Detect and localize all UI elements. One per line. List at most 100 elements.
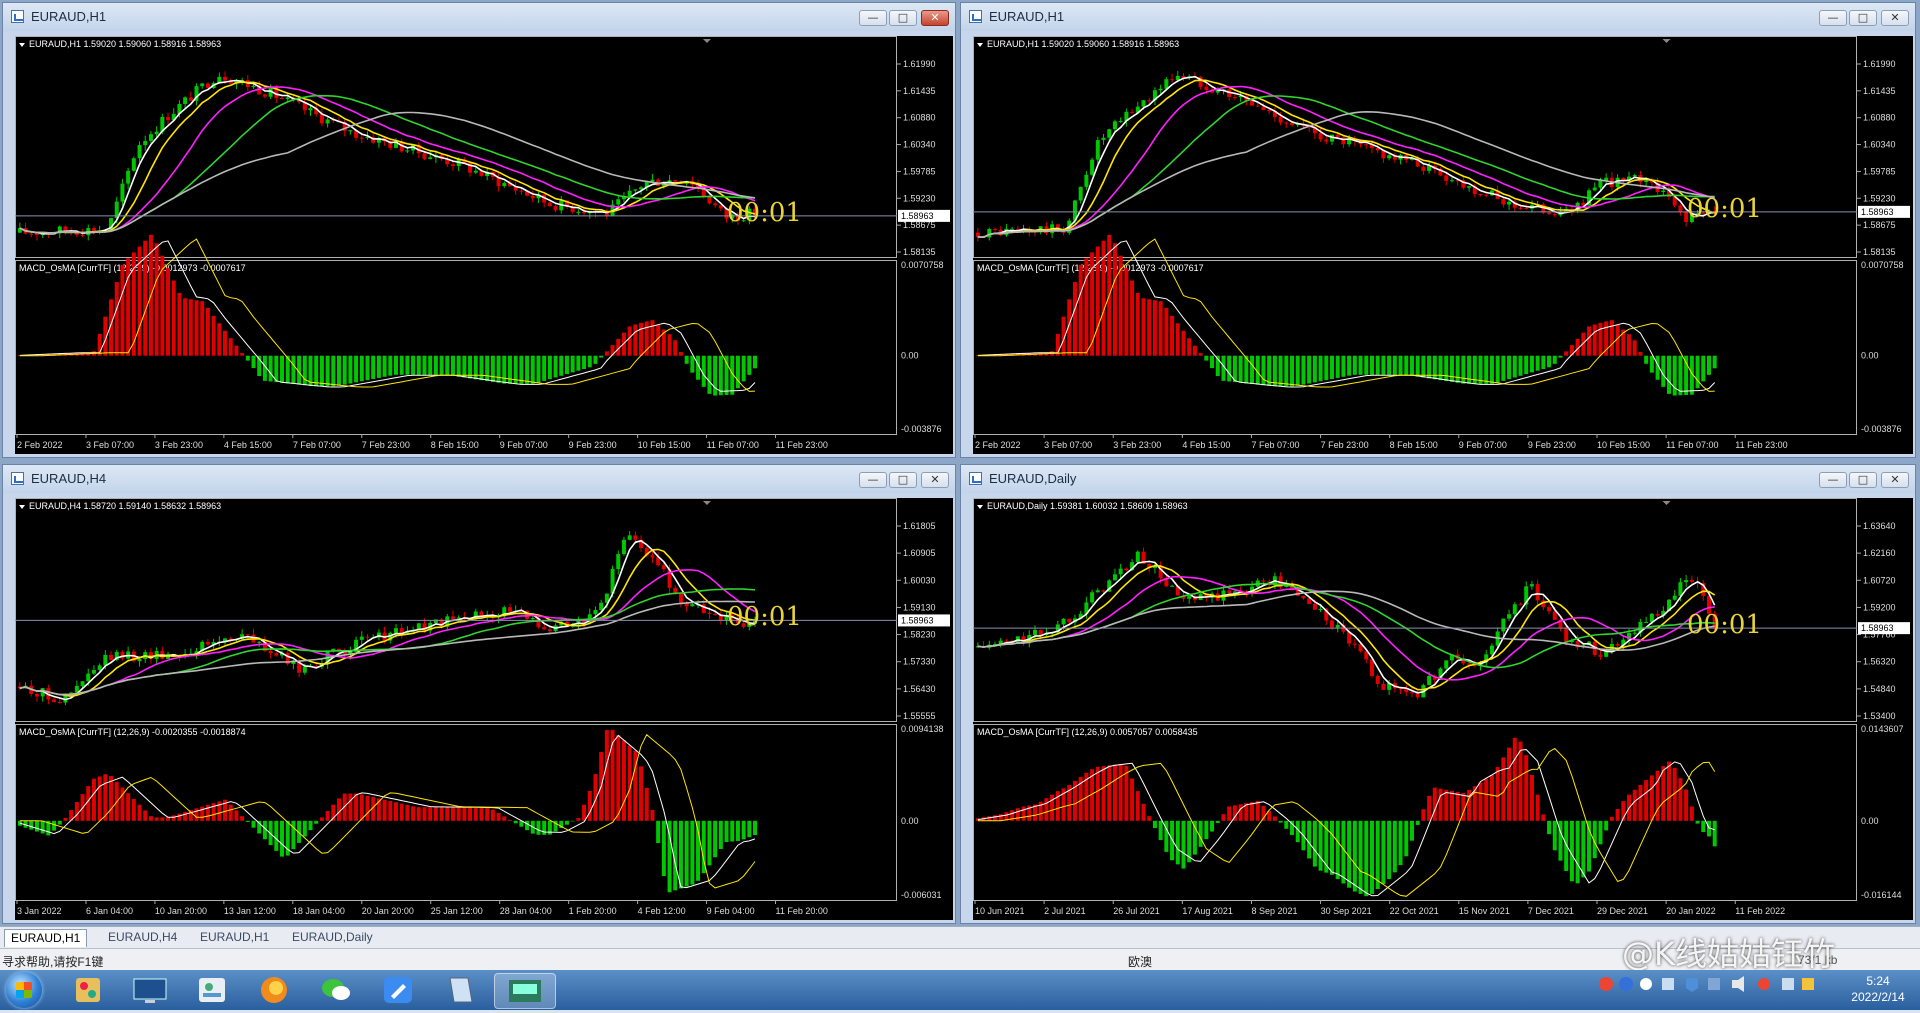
macd-bar	[1678, 778, 1683, 821]
macd-bar	[1706, 355, 1711, 375]
macd-bar	[1495, 355, 1500, 383]
macd-bar	[542, 355, 547, 381]
close-button[interactable]: ✕	[1881, 472, 1909, 488]
moving-average-line	[19, 94, 756, 234]
macd-bar	[519, 355, 524, 384]
macd-tick-label: 0.00	[1861, 351, 1879, 361]
macd-bar	[1575, 820, 1580, 884]
window-titlebar[interactable]: EURAUD,H4 — □ ✕	[3, 465, 955, 493]
macd-bar	[405, 804, 410, 821]
macd-bar	[707, 355, 712, 394]
tab-euraud-h4[interactable]: EURAUD,H4	[102, 929, 183, 946]
macd-bar	[188, 299, 193, 356]
candle	[200, 82, 205, 89]
candle	[1701, 579, 1706, 601]
macd-bar	[1461, 355, 1466, 384]
candle	[1010, 226, 1015, 230]
tab-euraud-daily[interactable]: EURAUD,Daily	[286, 929, 379, 946]
window-title: EURAUD,H1	[31, 9, 107, 24]
macd-bar	[593, 355, 598, 364]
minimize-button[interactable]: —	[859, 10, 887, 26]
candle	[160, 646, 165, 660]
price-tick-label: 1.59785	[903, 166, 936, 176]
macd-bar	[582, 355, 587, 369]
moving-average-line	[19, 548, 756, 698]
minimize-button[interactable]: —	[1819, 10, 1847, 26]
minimize-button[interactable]: —	[1819, 472, 1847, 488]
macd-bar	[1187, 338, 1192, 356]
time-tick-label: 8 Feb 15:00	[431, 440, 479, 450]
macd-bar	[1598, 820, 1603, 845]
macd-bar	[308, 820, 313, 831]
macd-bar	[1404, 820, 1409, 857]
chart-window-3[interactable]: EURAUD,H4 — □ ✕ 1.61805 1.60905 1.60030 1.59130…	[2, 464, 956, 924]
chart-window-icon	[969, 10, 982, 23]
time-tick-label: 10 Feb 15:00	[638, 440, 691, 450]
monitor-icon[interactable]	[126, 973, 174, 1007]
macd-bar	[1678, 355, 1683, 396]
current-price-label: 1.58963	[901, 615, 934, 625]
minimize-button[interactable]: —	[859, 472, 887, 488]
macd-bar	[1358, 355, 1363, 375]
macd-bar	[411, 806, 416, 821]
macd-bar	[1278, 355, 1283, 387]
time-tick-label: 9 Feb 04:00	[707, 906, 755, 916]
candle	[302, 98, 307, 115]
macd-tick-label: -0.006031	[901, 890, 942, 900]
paint-icon[interactable]	[64, 973, 112, 1007]
macd-label: MACD_OsMA [CurrTF] (12,26,9) 0.0057057 0…	[977, 727, 1198, 737]
macd-bar	[445, 355, 450, 375]
price-tick-label: 1.59785	[1863, 166, 1896, 176]
macd-bar	[337, 798, 341, 821]
chart-window-4[interactable]: EURAUD,Daily — □ ✕ 1.63640 1.62160 1.60720 1.59…	[960, 464, 1916, 924]
candle	[536, 192, 541, 204]
price-tick-label: 1.55555	[903, 711, 936, 721]
macd-bar	[479, 355, 484, 381]
macd-bar	[1341, 820, 1346, 884]
macd-bar	[1438, 788, 1443, 821]
macd-bar	[1667, 355, 1672, 394]
candle	[1689, 575, 1694, 585]
wechat-icon[interactable]	[312, 973, 360, 1007]
close-button[interactable]: ✕	[921, 10, 949, 26]
firefox-icon[interactable]	[250, 973, 298, 1007]
candle	[1684, 575, 1689, 588]
time-tick-label: 26 Jul 2021	[1113, 906, 1160, 916]
edit-icon[interactable]	[374, 973, 422, 1007]
window-title: EURAUD,Daily	[989, 471, 1077, 486]
maximize-button[interactable]: □	[1849, 10, 1877, 26]
chart-canvas[interactable]: 1.61805 1.60905 1.60030 1.59130 1.58230 1.573…	[15, 498, 953, 920]
candle	[576, 209, 581, 215]
maximize-button[interactable]: □	[1849, 472, 1877, 488]
chart-window-1[interactable]: EURAUD,H1 — □ ✕ 1.61990 1.61435 1.60880 1.60340…	[2, 2, 956, 458]
chart-canvas[interactable]: 1.61990 1.61435 1.60880 1.60340 1.59785 1.592…	[973, 36, 1913, 454]
close-button[interactable]: ✕	[921, 472, 949, 488]
macd-tick-label: 0.00	[901, 816, 919, 826]
candle	[1284, 121, 1289, 128]
chart-window-2[interactable]: EURAUD,H1 — □ ✕ 1.61990 1.61435 1.60880 1.60340…	[960, 2, 1916, 458]
tab-euraud-h1-2[interactable]: EURAUD,H1	[194, 929, 275, 946]
maximize-button[interactable]: □	[889, 472, 917, 488]
clock[interactable]: 5:24 2022/2/14	[1838, 970, 1918, 1010]
start-orb[interactable]	[6, 972, 42, 1008]
window-titlebar[interactable]: EURAUD,H1 — □ ✕	[3, 3, 955, 31]
close-button[interactable]: ✕	[1881, 10, 1909, 26]
macd-bar	[399, 803, 404, 821]
contacts-icon[interactable]	[188, 973, 236, 1007]
macd-bar	[673, 340, 678, 356]
maximize-button[interactable]: □	[889, 10, 917, 26]
candle	[1381, 680, 1386, 690]
tab-euraud-h1[interactable]: EURAUD,H1	[4, 929, 88, 947]
chart-canvas[interactable]: 1.63640 1.62160 1.60720 1.59200 1.57760 1.563…	[973, 498, 1913, 920]
window-titlebar[interactable]: EURAUD,H1 — □ ✕	[961, 3, 1915, 31]
macd-bar	[63, 818, 68, 821]
macd-bar	[1547, 355, 1552, 368]
macd-bar	[599, 355, 604, 358]
mt4-icon[interactable]	[494, 973, 556, 1009]
macd-bar	[656, 820, 661, 844]
document-icon[interactable]	[436, 973, 484, 1007]
macd-bar	[1124, 268, 1129, 356]
window-titlebar[interactable]: EURAUD,Daily — □ ✕	[961, 465, 1915, 493]
chart-canvas[interactable]: 1.61990 1.61435 1.60880 1.60340 1.59785 1.592…	[15, 36, 953, 454]
macd-bar	[576, 818, 581, 821]
